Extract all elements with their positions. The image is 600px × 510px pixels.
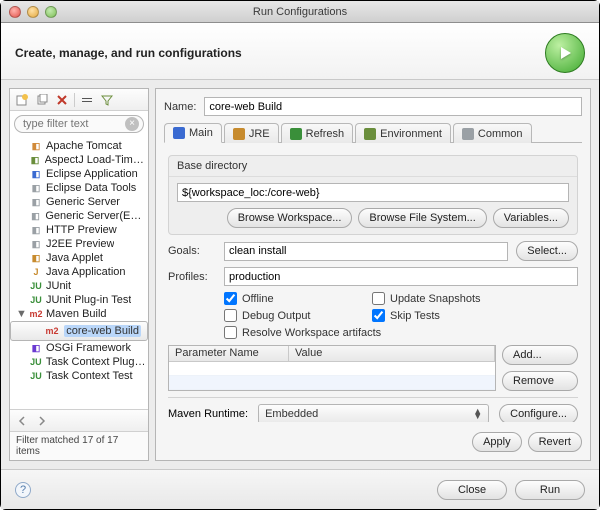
sidebar-item[interactable]: JUJUnit — [10, 279, 148, 293]
debug-output-checkbox[interactable]: Debug Output — [224, 309, 364, 322]
collapse-all-icon[interactable] — [79, 92, 95, 108]
select-goals-button[interactable]: Select... — [516, 241, 578, 261]
clear-filter-icon[interactable]: × — [125, 117, 139, 131]
tab-main[interactable]: Main — [164, 123, 222, 143]
sidebar-item[interactable]: ◧Apache Tomcat — [10, 139, 148, 153]
sidebar-item[interactable]: JUJUnit Plug-in Test — [10, 293, 148, 307]
sidebar-item[interactable]: JUTask Context Test — [10, 369, 148, 383]
sidebar-item[interactable]: ◧J2EE Preview — [10, 237, 148, 251]
tree-nav-back-icon[interactable] — [14, 413, 30, 429]
browse-filesystem-button[interactable]: Browse File System... — [358, 208, 486, 228]
configure-runtime-button[interactable]: Configure... — [499, 404, 578, 422]
offline-checkbox[interactable]: Offline — [224, 292, 364, 305]
name-input[interactable] — [204, 97, 582, 116]
sidebar-item[interactable]: ◧Eclipse Data Tools — [10, 181, 148, 195]
sidebar-item[interactable]: m2core-web Build — [10, 321, 148, 341]
filter-icon[interactable] — [99, 92, 115, 108]
param-col-name: Parameter Name — [169, 346, 289, 361]
sidebar-item[interactable]: ◧OSGi Framework — [10, 341, 148, 355]
dialog-title: Create, manage, and run configurations — [15, 46, 242, 60]
resolve-workspace-checkbox[interactable]: Resolve Workspace artifacts — [224, 326, 532, 339]
apply-button[interactable]: Apply — [472, 432, 522, 452]
browse-workspace-button[interactable]: Browse Workspace... — [227, 208, 353, 228]
sidebar: × ◧Apache Tomcat◧AspectJ Load-Time W◧Ecl… — [9, 88, 149, 461]
config-tree: ◧Apache Tomcat◧AspectJ Load-Time W◧Eclip… — [10, 137, 148, 409]
chevron-updown-icon: ▲▼ — [473, 409, 482, 419]
base-dir-input[interactable] — [177, 183, 569, 202]
sidebar-item[interactable]: ◧AspectJ Load-Time W — [10, 153, 148, 167]
run-button[interactable]: Run — [515, 480, 585, 500]
goals-input[interactable] — [224, 242, 508, 261]
window-title: Run Configurations — [1, 6, 599, 18]
sidebar-item[interactable]: ▼m2Maven Build — [10, 307, 148, 321]
dialog-header: Create, manage, and run configurations — [1, 23, 599, 80]
add-param-button[interactable]: Add... — [502, 345, 578, 365]
sidebar-item[interactable]: JUTask Context Plug-in — [10, 355, 148, 369]
new-config-icon[interactable] — [14, 92, 30, 108]
duplicate-config-icon[interactable] — [34, 92, 50, 108]
tab-common[interactable]: Common — [453, 123, 532, 143]
sidebar-item[interactable]: JJava Application — [10, 265, 148, 279]
runtime-label: Maven Runtime: — [168, 408, 248, 420]
filter-status: Filter matched 17 of 17 items — [10, 431, 148, 460]
tree-nav-fwd-icon[interactable] — [34, 413, 50, 429]
remove-param-button[interactable]: Remove — [502, 371, 578, 391]
param-col-value: Value — [289, 346, 495, 361]
revert-button[interactable]: Revert — [528, 432, 582, 452]
sidebar-item[interactable]: ◧Eclipse Application — [10, 167, 148, 181]
profiles-input[interactable] — [224, 267, 578, 286]
profiles-label: Profiles: — [168, 271, 216, 283]
sidebar-item[interactable]: ◧Generic Server — [10, 195, 148, 209]
sidebar-item[interactable]: ◧Generic Server(Exter — [10, 209, 148, 223]
base-dir-label: Base directory — [169, 156, 577, 177]
close-button[interactable]: Close — [437, 480, 507, 500]
help-icon[interactable]: ? — [15, 482, 31, 498]
titlebar: Run Configurations — [1, 1, 599, 23]
sidebar-item[interactable]: ◧HTTP Preview — [10, 223, 148, 237]
sidebar-item[interactable]: ◧Java Applet — [10, 251, 148, 265]
parameters-table[interactable]: Parameter Name Value — [168, 345, 496, 391]
tab-environment[interactable]: Environment — [355, 123, 451, 143]
goals-label: Goals: — [168, 245, 216, 257]
sidebar-toolbar — [10, 89, 148, 111]
skip-tests-checkbox[interactable]: Skip Tests — [372, 309, 532, 322]
run-icon-large — [545, 33, 585, 73]
delete-config-icon[interactable] — [54, 92, 70, 108]
main-panel: Name: MainJRERefreshEnvironmentCommon Ba… — [155, 88, 591, 461]
name-label: Name: — [164, 101, 196, 113]
tabs: MainJRERefreshEnvironmentCommon — [164, 122, 582, 143]
variables-button[interactable]: Variables... — [493, 208, 569, 228]
tab-refresh[interactable]: Refresh — [281, 123, 354, 143]
update-snapshots-checkbox[interactable]: Update Snapshots — [372, 292, 532, 305]
runtime-select[interactable]: Embedded ▲▼ — [258, 404, 489, 422]
tab-jre[interactable]: JRE — [224, 123, 279, 143]
